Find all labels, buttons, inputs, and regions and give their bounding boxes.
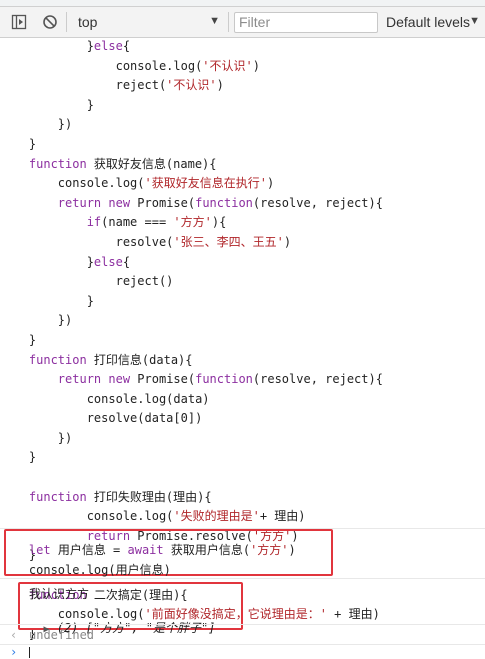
message-divider [0, 578, 485, 579]
code-line: } [0, 97, 94, 112]
code-line: } [0, 450, 37, 465]
log-levels-label: Default levels [386, 14, 471, 30]
code-line: } [0, 136, 37, 151]
code-line: } [0, 332, 37, 347]
code-line: } [0, 293, 94, 308]
code-line: let 用户信息 = await 获取用户信息('方方') [28, 543, 296, 557]
code-line: reject() [0, 274, 174, 289]
console-toolbar: top ▼ Default levels ▼ [0, 7, 485, 38]
message-divider [0, 644, 485, 645]
console-input-caret[interactable] [29, 647, 30, 658]
code-line: }) [0, 430, 73, 445]
context-value: top [78, 14, 98, 30]
log-message: 我认识方方 [29, 587, 90, 601]
context-selector[interactable]: top ▼ [72, 12, 224, 32]
code-line: console.log(data) [0, 391, 210, 406]
return-arrow-icon: ‹ [10, 628, 18, 642]
log-levels-dropdown[interactable]: Default levels ▼ [386, 14, 480, 32]
code-line: return new Promise(function(resolve, rej… [57, 372, 383, 387]
code-line: }else{ [0, 39, 131, 53]
message-divider [0, 624, 485, 625]
code-line: }) [0, 313, 73, 328]
prompt-chevron-icon: › [10, 645, 18, 659]
filter-input[interactable] [235, 13, 377, 30]
code-line: function 获取好友信息(name){ [28, 156, 217, 171]
code-line: resolve(data[0]) [0, 411, 203, 426]
clear-console-icon[interactable] [42, 14, 58, 30]
code-line: reject('不认识') [0, 78, 224, 93]
console-input-echo: let 用户信息 = await 获取用户信息('方方') console.lo… [0, 541, 485, 580]
code-line: console.log('不认识') [0, 58, 260, 73]
sidebar-toggle-icon[interactable] [11, 14, 27, 30]
code-line: }else{ [0, 254, 131, 269]
code-line: function 打印信息(data){ [28, 352, 193, 367]
code-line: console.log('失败的理由是'+ 理由) [0, 509, 306, 524]
toolbar-separator [228, 12, 229, 32]
code-line: resolve('张三、李四、王五') [0, 234, 292, 249]
filter-field[interactable] [234, 12, 378, 33]
code-line: if(name === '方方'){ [86, 215, 227, 230]
code-line: }) [0, 117, 73, 132]
code-line: console.log('获取好友信息在执行') [0, 176, 275, 191]
code-line: function 打印失败理由(理由){ [28, 489, 212, 504]
dropdown-arrow-icon: ▼ [469, 15, 480, 27]
code-line: return new Promise(function(resolve, rej… [57, 195, 383, 210]
dropdown-arrow-icon: ▼ [209, 15, 220, 27]
window-top-strip [0, 0, 485, 7]
return-value: undefined [29, 628, 95, 642]
toolbar-separator [66, 12, 67, 32]
